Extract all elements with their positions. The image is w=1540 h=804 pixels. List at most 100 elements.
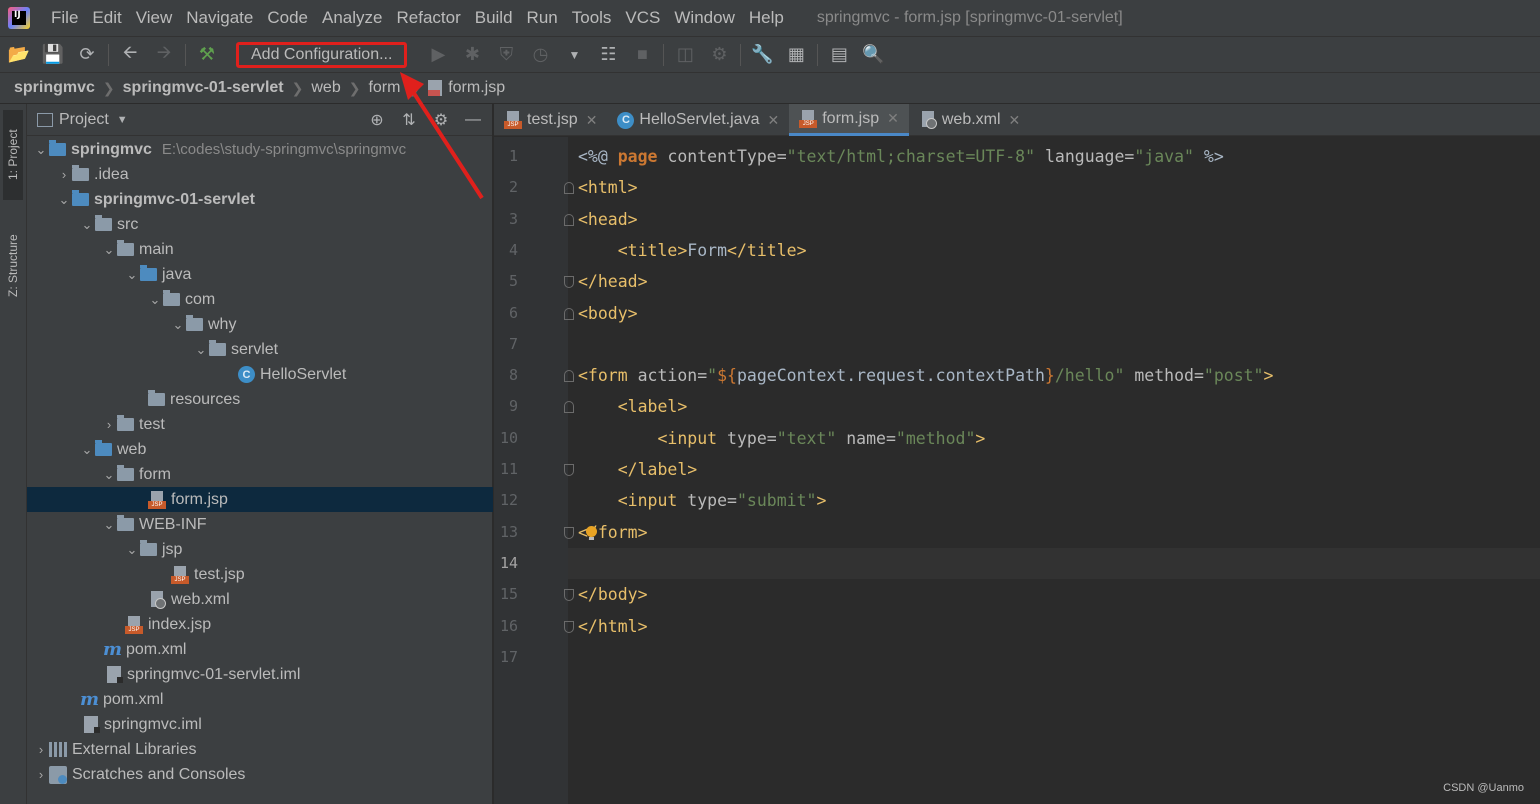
tree-node-idea[interactable]: › .idea	[27, 162, 493, 187]
chevron-down-icon[interactable]: ⌄	[101, 517, 117, 533]
code-line[interactable]	[568, 329, 1540, 360]
forward-icon[interactable]: 🡪	[153, 42, 175, 66]
chevron-down-icon[interactable]: ⌄	[124, 267, 140, 283]
chevron-down-icon[interactable]: ▼	[117, 114, 128, 126]
tree-node-com[interactable]: ⌄ com	[27, 287, 493, 312]
add-configuration-button[interactable]: Add Configuration...	[236, 41, 408, 68]
line-number[interactable]: 15	[494, 579, 518, 610]
line-number[interactable]: 11	[494, 454, 518, 485]
open-folder-icon[interactable]: 📂	[8, 44, 30, 66]
code-line[interactable]	[568, 547, 1540, 579]
line-number[interactable]: 17	[494, 642, 518, 673]
breadcrumb-item[interactable]: form	[368, 79, 400, 97]
tree-node-form[interactable]: ⌄ form	[27, 462, 493, 487]
chevron-down-icon[interactable]: ⌄	[101, 242, 117, 258]
line-number[interactable]: 3	[494, 204, 518, 235]
chevron-down-icon[interactable]: ⌄	[56, 192, 72, 208]
tree-node-jsp[interactable]: ⌄ jsp	[27, 537, 493, 562]
coverage-icon[interactable]: ⛨	[495, 44, 517, 66]
line-number[interactable]: 2	[494, 172, 518, 203]
tab-form-jsp[interactable]: form.jsp ✕	[789, 104, 909, 136]
tree-node-root-pom-xml[interactable]: m pom.xml	[27, 687, 493, 712]
tree-node-resources[interactable]: resources	[27, 387, 493, 412]
chevron-down-icon[interactable]: ⌄	[147, 292, 163, 308]
search-icon[interactable]: 🔍	[862, 44, 884, 66]
build-hammer-icon[interactable]: ⚒	[196, 44, 218, 66]
close-icon[interactable]: ✕	[1009, 112, 1021, 129]
run-dropdown-chevron-icon[interactable]: ▼	[563, 44, 585, 66]
tree-node-springmvc-01-servlet[interactable]: ⌄ springmvc-01-servlet	[27, 187, 493, 212]
tree-node-java[interactable]: ⌄ java	[27, 262, 493, 287]
project-view-selector[interactable]: Project	[59, 111, 109, 129]
save-all-icon[interactable]: 💾	[42, 44, 64, 66]
line-number[interactable]: 6	[494, 298, 518, 329]
menu-refactor[interactable]: Refactor	[389, 8, 467, 28]
line-number[interactable]: 12	[494, 485, 518, 516]
locate-file-icon[interactable]: ⊕	[368, 111, 386, 129]
tree-node-external-libraries[interactable]: › External Libraries	[27, 737, 493, 762]
chevron-down-icon[interactable]: ⌄	[33, 142, 49, 158]
tree-node-test-jsp[interactable]: test.jsp	[27, 562, 493, 587]
tab-web-xml[interactable]: web.xml ✕	[909, 104, 1030, 136]
code-line[interactable]: </html>	[568, 611, 1540, 642]
code-line[interactable]: <head>	[568, 204, 1540, 235]
code-line[interactable]: <input type="submit">	[568, 485, 1540, 516]
menu-build[interactable]: Build	[468, 8, 520, 28]
code-line[interactable]: </form>	[568, 517, 1540, 548]
tree-node-web[interactable]: ⌄ web	[27, 437, 493, 462]
device-icon[interactable]: ◫	[674, 44, 696, 66]
terminal-icon[interactable]: ▤	[828, 44, 850, 66]
line-number[interactable]: 8	[494, 360, 518, 391]
line-number[interactable]: 16	[494, 611, 518, 642]
editor-gutter[interactable]: 1 2 3 4 5 6 7 8 9 10 11 12 13 14 15 16 17	[494, 137, 574, 804]
chevron-down-icon[interactable]: ⌄	[193, 342, 209, 358]
deploy-icon[interactable]: ⚙	[708, 44, 730, 66]
code-line[interactable]: </head>	[568, 266, 1540, 297]
close-icon[interactable]: ✕	[586, 112, 598, 129]
tree-node-main[interactable]: ⌄ main	[27, 237, 493, 262]
collapse-all-icon[interactable]: ⇅	[400, 111, 418, 129]
code-line[interactable]: </label>	[568, 454, 1540, 485]
breadcrumb-item[interactable]: web	[311, 79, 340, 97]
breadcrumb-item[interactable]: springmvc	[14, 79, 95, 97]
menu-file[interactable]: File	[44, 8, 85, 28]
stop-icon[interactable]: ■	[631, 44, 653, 66]
structure-tool-tab[interactable]: Z: Structure	[3, 216, 23, 316]
project-tool-tab[interactable]: 1: Project	[3, 110, 23, 200]
menu-analyze[interactable]: Analyze	[315, 8, 389, 28]
run-icon[interactable]: ▶	[427, 44, 449, 66]
tree-node-helloservlet[interactable]: C HelloServlet	[27, 362, 493, 387]
chevron-down-icon[interactable]: ⌄	[124, 542, 140, 558]
chevron-down-icon[interactable]: ⌄	[79, 217, 95, 233]
chevron-down-icon[interactable]: ⌄	[170, 317, 186, 333]
gear-icon[interactable]: ⚙	[432, 111, 450, 129]
tree-node-springmvc[interactable]: ⌄ springmvc E:\codes\study-springmvc\spr…	[27, 137, 493, 162]
line-number[interactable]: 1	[494, 141, 518, 172]
settings-wrench-icon[interactable]: 🔧	[751, 44, 773, 66]
tab-helloservlet-java[interactable]: C HelloServlet.java ✕	[607, 104, 789, 136]
tree-node-index-jsp[interactable]: index.jsp	[27, 612, 493, 637]
back-icon[interactable]: 🡨	[119, 42, 141, 66]
line-number[interactable]: 4	[494, 235, 518, 266]
line-number[interactable]: 13	[494, 517, 518, 548]
code-line[interactable]: <body>	[568, 298, 1540, 329]
tree-node-springmvc-iml[interactable]: springmvc.iml	[27, 712, 493, 737]
menu-view[interactable]: View	[129, 8, 180, 28]
chevron-down-icon[interactable]: ⌄	[101, 467, 117, 483]
breadcrumb-item[interactable]: form.jsp	[448, 79, 505, 97]
tab-test-jsp[interactable]: test.jsp ✕	[494, 104, 607, 136]
tree-node-why[interactable]: ⌄ why	[27, 312, 493, 337]
tree-node-web-inf[interactable]: ⌄ WEB-INF	[27, 512, 493, 537]
line-number[interactable]: 5	[494, 266, 518, 297]
attach-debugger-icon[interactable]: ☷	[597, 44, 619, 66]
hide-panel-icon[interactable]: —	[464, 111, 482, 129]
breadcrumb-item[interactable]: springmvc-01-servlet	[123, 79, 284, 97]
chevron-right-icon[interactable]: ›	[33, 742, 49, 757]
sync-icon[interactable]: ⟳	[76, 44, 98, 66]
code-area[interactable]: <%@ page contentType="text/html;charset=…	[568, 137, 1540, 804]
menu-window[interactable]: Window	[667, 8, 741, 28]
tree-node-scratches[interactable]: › Scratches and Consoles	[27, 762, 493, 787]
line-number[interactable]: 9	[494, 391, 518, 422]
menu-tools[interactable]: Tools	[565, 8, 619, 28]
chevron-right-icon[interactable]: ›	[56, 167, 72, 182]
